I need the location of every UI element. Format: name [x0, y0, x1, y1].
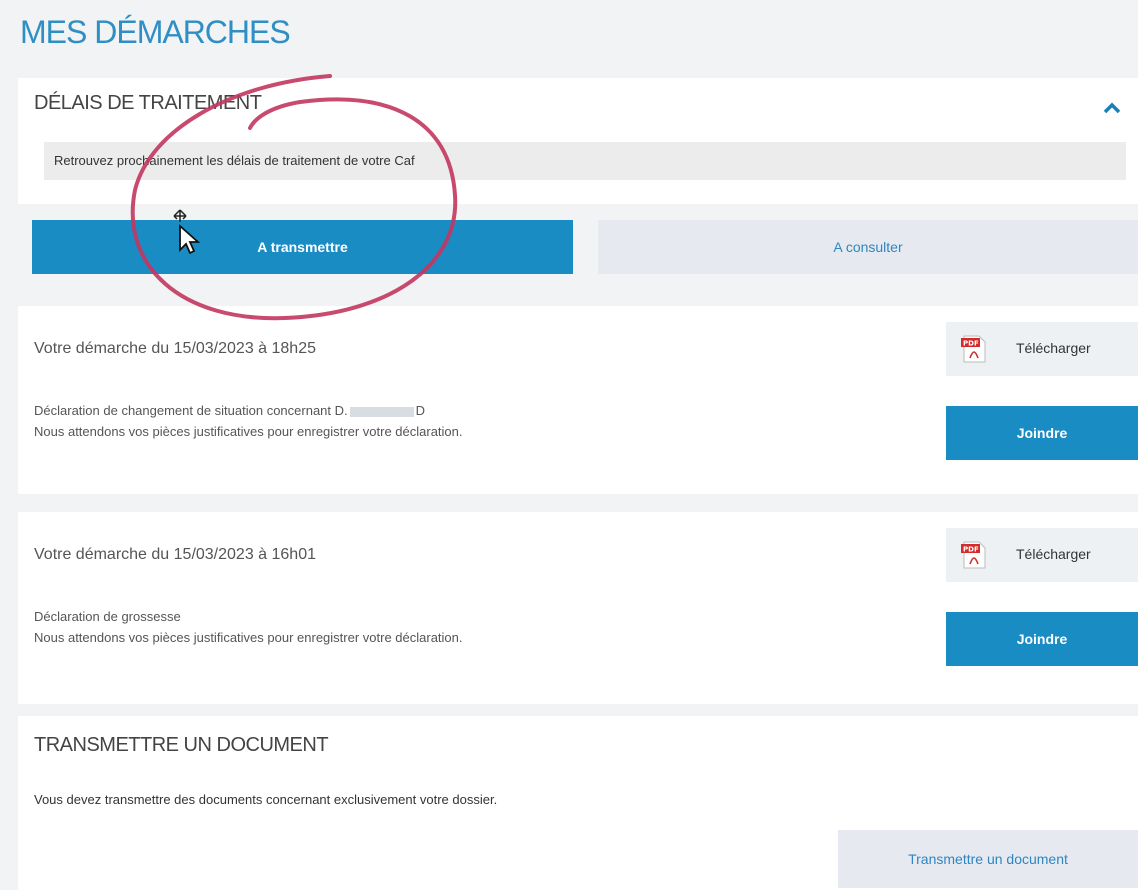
delais-card: DÉLAIS DE TRAITEMENT Retrouvez prochaine…: [18, 78, 1138, 204]
demarche-status: Nous attendons vos pièces justificatives…: [34, 630, 463, 645]
demarche-type: Déclaration de grossesse: [34, 609, 181, 624]
redacted-name: [349, 406, 414, 417]
demarche-date: Votre démarche du 15/03/2023 à 18h25: [34, 340, 316, 357]
demarche-type: Déclaration de changement de situation c…: [34, 403, 348, 418]
demarche-type-suffix: D: [415, 403, 426, 418]
pdf-icon: PDF: [960, 540, 988, 573]
chevron-up-icon[interactable]: [1100, 98, 1124, 118]
delais-title: DÉLAIS DE TRAITEMENT: [34, 92, 262, 114]
mouse-cursor-icon: [170, 208, 201, 259]
svg-text:PDF: PDF: [963, 340, 979, 348]
transmit-title: TRANSMETTRE UN DOCUMENT: [34, 734, 329, 756]
transmit-document-button[interactable]: Transmettre un document: [838, 830, 1138, 888]
demarche-description: Déclaration de changement de situation c…: [34, 400, 463, 442]
download-label: Télécharger: [1016, 340, 1091, 356]
page-title: MES DÉMARCHES: [20, 14, 291, 50]
demarche-date: Votre démarche du 15/03/2023 à 16h01: [34, 546, 316, 563]
demarche-status: Nous attendons vos pièces justificatives…: [34, 424, 463, 439]
delais-info: Retrouvez prochainement les délais de tr…: [44, 142, 1126, 180]
tab-a-consulter[interactable]: A consulter: [598, 220, 1138, 274]
transmit-description: Vous devez transmettre des documents con…: [34, 792, 498, 807]
demarche-card: Votre démarche du 15/03/2023 à 18h25 Déc…: [18, 306, 1138, 494]
transmit-card: TRANSMETTRE UN DOCUMENT Vous devez trans…: [18, 716, 1138, 890]
svg-text:PDF: PDF: [963, 546, 979, 554]
tab-a-transmettre[interactable]: A transmettre: [32, 220, 573, 274]
demarche-card: Votre démarche du 15/03/2023 à 16h01 Déc…: [18, 512, 1138, 704]
demarche-description: Déclaration de grossesse Nous attendons …: [34, 606, 463, 648]
download-button[interactable]: PDF Télécharger: [946, 322, 1138, 376]
join-button[interactable]: Joindre: [946, 406, 1138, 460]
download-label: Télécharger: [1016, 546, 1091, 562]
join-button[interactable]: Joindre: [946, 612, 1138, 666]
pdf-icon: PDF: [960, 334, 988, 367]
download-button[interactable]: PDF Télécharger: [946, 528, 1138, 582]
